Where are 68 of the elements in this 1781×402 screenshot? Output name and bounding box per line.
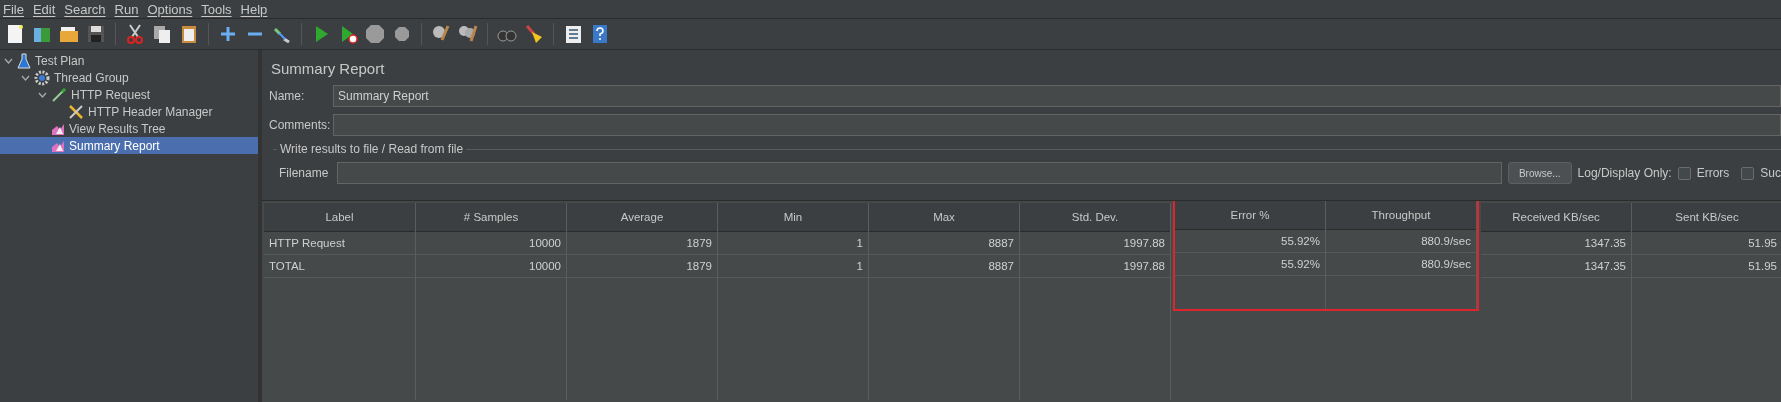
column-header[interactable]: Throughput <box>1326 201 1476 230</box>
column-header[interactable]: Sent KB/sec <box>1632 203 1781 232</box>
table-cell: 8887 <box>869 255 1019 278</box>
pipette-icon <box>51 86 67 103</box>
menu-item[interactable]: Edit <box>29 1 62 17</box>
comments-field[interactable] <box>333 114 1781 136</box>
flask-icon <box>17 52 31 69</box>
menu-item[interactable]: Tools <box>198 1 238 17</box>
tree-item[interactable]: Thread Group <box>0 69 258 86</box>
tree-item[interactable]: HTTP Request <box>0 86 258 103</box>
table-cell: 1347.35 <box>1481 255 1631 278</box>
table-cell: 10000 <box>416 255 566 278</box>
copy-icon[interactable] <box>151 23 173 45</box>
column-header[interactable]: Std. Dev. <box>1020 203 1170 232</box>
column-header[interactable]: Error % <box>1175 201 1325 230</box>
column-header[interactable]: Received KB/sec <box>1481 203 1631 232</box>
column-header[interactable]: # Samples <box>416 203 566 232</box>
tree-item[interactable]: Test Plan <box>0 52 258 69</box>
table-cell: 1879 <box>567 255 717 278</box>
checkbox[interactable] <box>1677 166 1691 180</box>
field-label: Name: <box>269 89 306 103</box>
expand-caret-icon[interactable] <box>21 74 30 81</box>
column-header[interactable]: Average <box>567 203 717 232</box>
menu-item[interactable]: File <box>0 1 30 17</box>
table-cell: 8887 <box>869 232 1019 255</box>
expand-caret-icon[interactable] <box>38 91 47 98</box>
checkbox-label: Errors <box>1696 166 1730 180</box>
table-cell: 880.9/sec <box>1326 253 1476 276</box>
column-header[interactable]: Min <box>718 203 868 232</box>
expand-caret-icon[interactable] <box>4 57 13 64</box>
name-field[interactable]: Summary Report <box>333 85 1781 107</box>
table-cell: 55.92% <box>1175 230 1325 253</box>
tools-icon <box>68 103 84 120</box>
table-cell: 1 <box>718 232 868 255</box>
table-cell: 1879 <box>567 232 717 255</box>
table-cell: TOTAL <box>264 255 415 278</box>
column-header[interactable]: Max <box>869 203 1019 232</box>
table-cell: 880.9/sec <box>1326 230 1476 253</box>
table-cell: 10000 <box>416 232 566 255</box>
table-cell: 1 <box>718 255 868 278</box>
column-header[interactable]: Label <box>264 203 415 232</box>
filename-field[interactable] <box>337 162 1502 184</box>
menu-item[interactable]: Help <box>237 1 274 17</box>
menu-item[interactable]: Run <box>111 1 145 17</box>
browse-button[interactable]: Browse... <box>1507 162 1572 184</box>
menu-item[interactable]: Options <box>144 1 199 17</box>
checkbox[interactable] <box>1741 166 1755 180</box>
table-cell: 1997.88 <box>1020 255 1170 278</box>
broom-icon[interactable] <box>523 23 545 45</box>
tree-item[interactable]: Summary Report <box>0 137 258 154</box>
field-label: Filename <box>279 166 330 180</box>
menu-item[interactable]: Search <box>61 1 112 17</box>
table-cell: 51.95 <box>1632 255 1781 278</box>
tree-item[interactable]: HTTP Header Manager <box>0 103 258 120</box>
log-display-label: Log/Display Only: <box>1577 166 1672 180</box>
group-title: Write results to file / Read from file <box>277 142 467 156</box>
stop-icon[interactable] <box>364 23 386 45</box>
tree-item[interactable]: View Results Tree <box>0 120 258 137</box>
table-cell: 1997.88 <box>1020 232 1170 255</box>
save-icon[interactable] <box>85 23 107 45</box>
table-cell: HTTP Request <box>264 232 415 255</box>
table-cell: 55.92% <box>1175 253 1325 276</box>
scissors-icon[interactable] <box>124 23 146 45</box>
gear-icon <box>34 69 50 86</box>
table-cell: 51.95 <box>1632 232 1781 255</box>
table-cell: 1347.35 <box>1481 232 1631 255</box>
checkbox-label: Suc <box>1760 166 1781 180</box>
panel-title: Summary Report <box>271 60 386 77</box>
